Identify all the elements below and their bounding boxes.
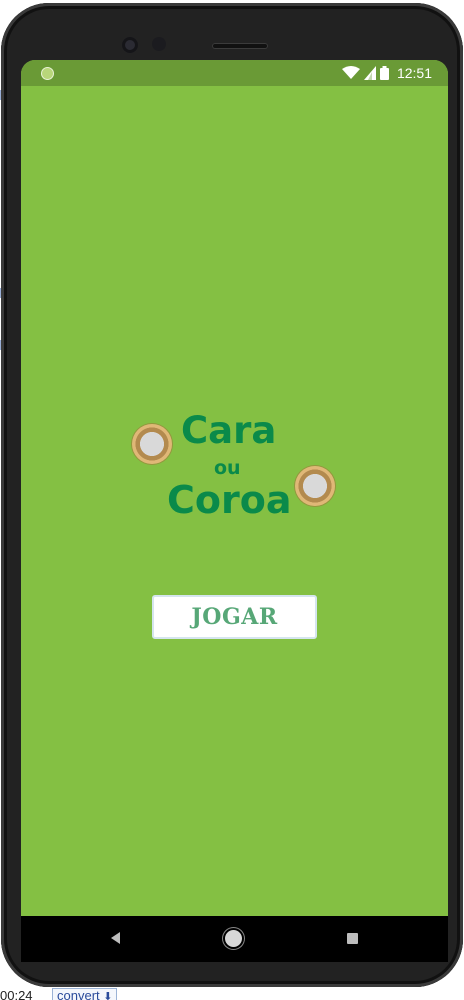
battery-icon bbox=[379, 66, 389, 80]
status-icons: 12:51 bbox=[341, 64, 432, 82]
status-bar: 12:51 bbox=[21, 60, 448, 86]
title-ou: ou bbox=[214, 457, 241, 479]
play-button[interactable]: JOGAR bbox=[152, 595, 317, 639]
elapsed-timer: 00:24 bbox=[0, 988, 33, 1000]
coin-icon bbox=[132, 424, 172, 464]
app-screen: 12:51 Cara ou Coroa JOGAR bbox=[21, 60, 448, 916]
home-icon[interactable] bbox=[225, 930, 242, 947]
convert-label: convert bbox=[57, 988, 100, 1000]
front-camera-icon bbox=[122, 37, 138, 53]
status-clock: 12:51 bbox=[396, 65, 432, 81]
convert-link[interactable]: convert ⬇ bbox=[52, 988, 118, 1000]
title-cara: Cara bbox=[181, 409, 277, 452]
sensor-icon bbox=[152, 37, 166, 51]
wifi-icon bbox=[341, 66, 360, 79]
signal-icon bbox=[363, 66, 376, 80]
back-icon[interactable] bbox=[111, 932, 120, 944]
notification-icon bbox=[41, 67, 54, 80]
coin-icon bbox=[295, 466, 335, 506]
recent-apps-icon[interactable] bbox=[347, 933, 358, 944]
stage: 12:51 Cara ou Coroa JOGAR 00:24 convert … bbox=[0, 0, 464, 1000]
earpiece-speaker bbox=[212, 43, 268, 49]
title-coroa: Coroa bbox=[167, 478, 292, 522]
download-icon: ⬇ bbox=[103, 991, 113, 1000]
navigation-bar bbox=[21, 916, 448, 962]
